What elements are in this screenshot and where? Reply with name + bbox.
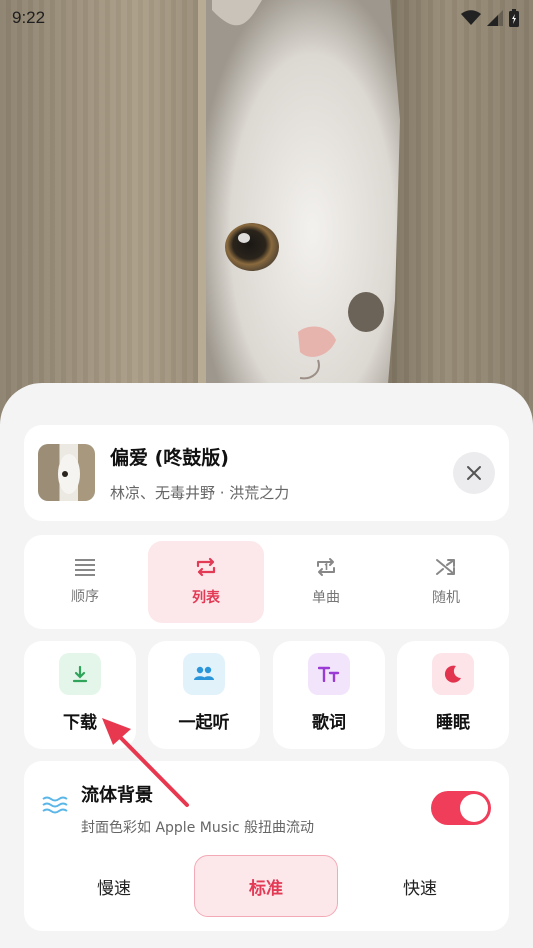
now-playing-card: 偏爱 (咚鼓版) 林凉、无毒井野 · 洪荒之力: [24, 425, 509, 521]
mode-label: 随机: [432, 590, 460, 606]
people-icon-badge: [183, 653, 225, 695]
shuffle-icon: [436, 559, 455, 575]
speed-fast-button[interactable]: 快速: [350, 855, 490, 917]
player-options-sheet: 偏爱 (咚鼓版) 林凉、无毒井野 · 洪荒之力 顺序 列表 单曲 随机 下载 一…: [0, 383, 533, 948]
mode-single-repeat[interactable]: 单曲: [268, 541, 384, 623]
mode-shuffle[interactable]: 随机: [388, 541, 504, 623]
play-mode-selector: 顺序 列表 单曲 随机: [24, 535, 509, 629]
sleep-timer-button[interactable]: 睡眠: [397, 641, 509, 749]
speed-standard-button[interactable]: 标准: [194, 855, 338, 917]
text-size-icon-badge: [308, 653, 350, 695]
close-icon: [467, 466, 481, 480]
toggle-knob: [460, 794, 488, 822]
speed-slow-button[interactable]: 慢速: [44, 855, 184, 917]
download-icon: [72, 665, 88, 683]
battery-icon: [509, 9, 519, 27]
status-icons: [461, 9, 519, 27]
tile-label: 一起听: [178, 713, 230, 733]
song-artist: 林凉、无毒井野 · 洪荒之力: [110, 484, 290, 502]
mode-sequential[interactable]: 顺序: [27, 541, 143, 623]
moon-icon: [444, 665, 461, 683]
signal-icon: [487, 10, 503, 26]
close-button[interactable]: [453, 452, 495, 494]
download-icon-badge: [59, 653, 101, 695]
repeat-icon: [196, 557, 216, 577]
listen-together-button[interactable]: 一起听: [148, 641, 260, 749]
repeat-one-icon: [317, 558, 335, 576]
status-time: 9:22: [12, 8, 46, 27]
album-cover: [38, 444, 95, 501]
download-button[interactable]: 下载: [24, 641, 136, 749]
list-icon: [75, 559, 95, 576]
mode-label: 单曲: [312, 590, 340, 606]
wifi-icon: [461, 10, 481, 25]
people-icon: [194, 666, 214, 680]
tile-label: 睡眠: [436, 713, 470, 733]
tile-label: 歌词: [312, 713, 346, 733]
text-size-icon: [318, 666, 340, 682]
moon-icon-badge: [432, 653, 474, 695]
fluid-background-title: 流体背景: [81, 785, 153, 806]
lyrics-button[interactable]: 歌词: [273, 641, 385, 749]
song-title: 偏爱 (咚鼓版): [110, 447, 229, 469]
mode-list-repeat[interactable]: 列表: [148, 541, 264, 623]
fluid-background-toggle[interactable]: [431, 791, 491, 825]
fluid-background-card: 流体背景 封面色彩如 Apple Music 般扭曲流动 慢速 标准 快速: [24, 761, 509, 931]
cat-illustration: [198, 0, 400, 420]
mode-label: 顺序: [71, 589, 99, 605]
waves-icon: [42, 796, 68, 814]
status-bar: 9:22: [0, 0, 533, 36]
mode-label: 列表: [192, 590, 220, 606]
fluid-background-description: 封面色彩如 Apple Music 般扭曲流动: [81, 820, 315, 836]
tile-label: 下载: [63, 713, 97, 733]
